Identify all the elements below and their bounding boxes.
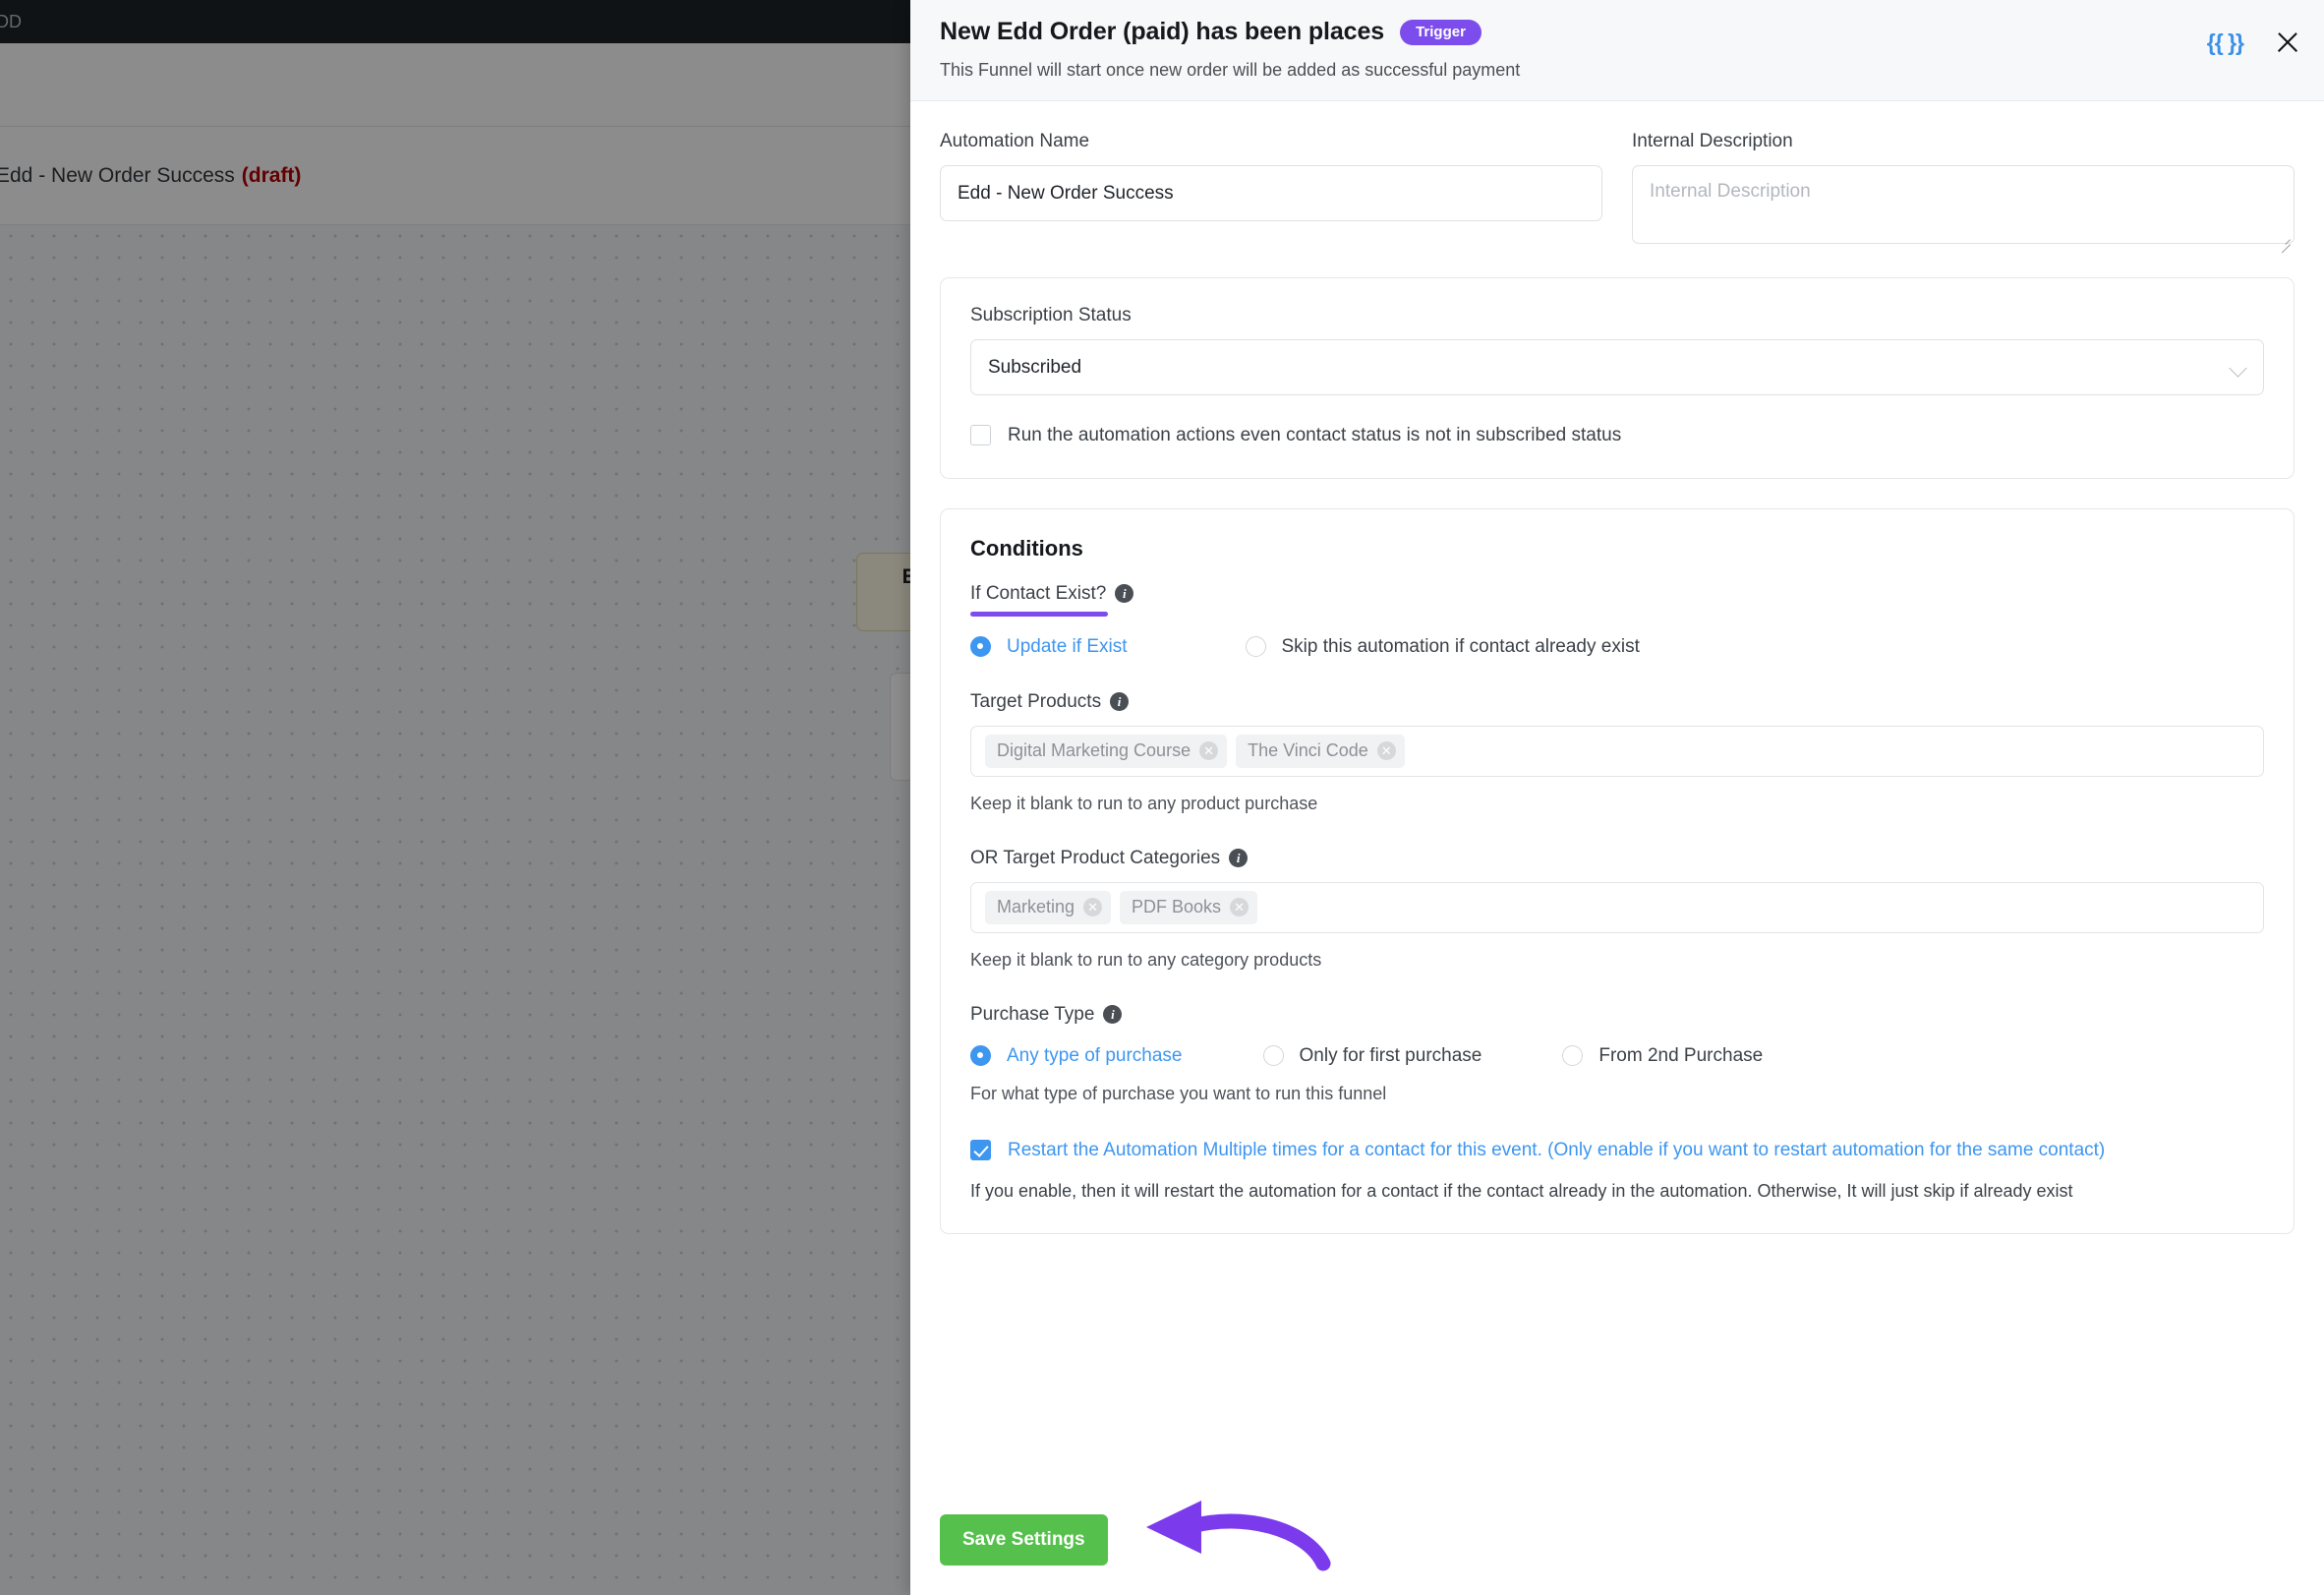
purchase-type-hint: For what type of purchase you want to ru… bbox=[970, 1083, 1387, 1103]
radio-update-if-exist[interactable]: Update if Exist bbox=[970, 636, 1128, 658]
info-icon[interactable]: i bbox=[1229, 849, 1249, 868]
tag-item[interactable]: The Vinci Code ✕ bbox=[1236, 734, 1405, 768]
subscription-status-value: Subscribed bbox=[988, 356, 1082, 378]
subscription-status-select[interactable]: Subscribed bbox=[970, 339, 2264, 395]
contact-exist-label: If Contact Exist? i bbox=[970, 582, 1134, 605]
radio-second-purchase-dot[interactable] bbox=[1562, 1045, 1584, 1067]
tag-remove-icon[interactable]: ✕ bbox=[1083, 897, 1103, 916]
tag-remove-icon[interactable]: ✕ bbox=[1199, 740, 1219, 760]
radio-any-purchase-label: Any type of purchase bbox=[1007, 1044, 1183, 1066]
purchase-type-section: Purchase Type i Any type of purchase Onl… bbox=[970, 1004, 2264, 1104]
target-products-section: Target Products i Digital Marketing Cour… bbox=[970, 691, 2264, 814]
target-categories-section: OR Target Product Categories i Marketing… bbox=[970, 848, 2264, 971]
modal-title: New Edd Order (paid) has been places bbox=[940, 18, 1385, 45]
radio-any-purchase-dot[interactable] bbox=[970, 1045, 991, 1067]
modal-footer: Save Settings bbox=[910, 1491, 2324, 1595]
tag-label: PDF Books bbox=[1132, 896, 1222, 916]
run-even-unsubscribed-label: Run the automation actions even contact … bbox=[1008, 425, 1622, 445]
purchase-type-label: Purchase Type i bbox=[970, 1003, 1123, 1026]
info-icon[interactable]: i bbox=[1103, 1005, 1123, 1025]
tag-label: The Vinci Code bbox=[1248, 739, 1368, 760]
tag-remove-icon[interactable]: ✕ bbox=[1376, 740, 1396, 760]
radio-first-purchase[interactable]: Only for first purchase bbox=[1262, 1044, 1482, 1067]
conditions-heading: Conditions bbox=[970, 535, 1083, 561]
tag-label: Digital Marketing Course bbox=[997, 739, 1191, 760]
shortcode-icon[interactable]: {{ }} bbox=[2207, 30, 2244, 54]
tag-label: Marketing bbox=[997, 896, 1075, 916]
target-categories-input[interactable]: Marketing ✕ PDF Books ✕ bbox=[970, 881, 2264, 933]
radio-update-if-exist-label: Update if Exist bbox=[1007, 635, 1128, 657]
purchase-type-radio-group: Any type of purchase Only for first purc… bbox=[970, 1045, 2264, 1067]
target-products-input[interactable]: Digital Marketing Course ✕ The Vinci Cod… bbox=[970, 725, 2264, 777]
conditions-card: Conditions If Contact Exist? i Update if… bbox=[940, 507, 2295, 1235]
automation-name-field: Automation Name bbox=[940, 131, 1602, 249]
contact-exist-label-text: If Contact Exist? bbox=[970, 582, 1107, 604]
restart-automation-row[interactable]: Restart the Automation Multiple times fo… bbox=[970, 1138, 2264, 1163]
top-fields-row: Automation Name Internal Description bbox=[940, 131, 2295, 249]
radio-second-purchase[interactable]: From 2nd Purchase bbox=[1562, 1045, 1763, 1067]
target-categories-hint: Keep it blank to run to any category pro… bbox=[970, 949, 1322, 970]
internal-description-label: Internal Description bbox=[1632, 131, 1793, 151]
restart-automation-checkbox[interactable] bbox=[970, 1139, 991, 1160]
save-settings-button[interactable]: Save Settings bbox=[940, 1514, 1108, 1565]
radio-any-purchase[interactable]: Any type of purchase bbox=[970, 1045, 1183, 1067]
annotation-arrow-icon bbox=[1146, 1501, 1331, 1571]
run-even-unsubscribed-row[interactable]: Run the automation actions even contact … bbox=[970, 423, 2264, 448]
radio-skip-if-exist[interactable]: Skip this automation if contact already … bbox=[1245, 635, 1640, 658]
info-icon[interactable]: i bbox=[1110, 692, 1130, 712]
automation-name-label: Automation Name bbox=[940, 131, 1090, 151]
internal-description-field: Internal Description bbox=[1632, 131, 2295, 249]
radio-skip-if-exist-label: Skip this automation if contact already … bbox=[1281, 635, 1640, 657]
restart-automation-help: If you enable, then it will restart the … bbox=[970, 1181, 2073, 1202]
modal-header-actions: {{ }} bbox=[2207, 30, 2300, 55]
close-icon[interactable] bbox=[2275, 30, 2300, 55]
contact-exist-radio-group: Update if Exist Skip this automation if … bbox=[970, 636, 2264, 658]
subscription-status-card: Subscription Status Subscribed Run the a… bbox=[940, 277, 2295, 479]
tag-item[interactable]: Marketing ✕ bbox=[985, 890, 1112, 924]
modal-body: Automation Name Internal Description Sub… bbox=[910, 101, 2324, 1491]
automation-name-input[interactable] bbox=[940, 165, 1602, 221]
tag-item[interactable]: PDF Books ✕ bbox=[1120, 890, 1258, 924]
tag-item[interactable]: Digital Marketing Course ✕ bbox=[985, 734, 1228, 768]
info-icon[interactable]: i bbox=[1115, 584, 1134, 604]
restart-automation-label: Restart the Automation Multiple times fo… bbox=[1008, 1139, 2106, 1160]
modal-subtitle: This Funnel will start once new order wi… bbox=[940, 60, 1521, 80]
target-products-hint: Keep it blank to run to any product purc… bbox=[970, 793, 1318, 813]
purchase-type-label-text: Purchase Type bbox=[970, 1003, 1095, 1025]
radio-skip-if-exist-dot[interactable] bbox=[1245, 636, 1266, 658]
contact-exist-underline bbox=[970, 611, 1108, 617]
target-categories-label: OR Target Product Categories i bbox=[970, 847, 1249, 869]
radio-second-purchase-label: From 2nd Purchase bbox=[1598, 1044, 1764, 1066]
radio-update-if-exist-dot[interactable] bbox=[970, 636, 991, 658]
radio-first-purchase-label: Only for first purchase bbox=[1299, 1044, 1482, 1066]
internal-description-input[interactable] bbox=[1632, 165, 2295, 244]
radio-first-purchase-dot[interactable] bbox=[1262, 1045, 1284, 1067]
run-even-unsubscribed-checkbox[interactable] bbox=[970, 425, 991, 445]
target-products-label-text: Target Products bbox=[970, 690, 1102, 712]
target-categories-label-text: OR Target Product Categories bbox=[970, 847, 1221, 868]
trigger-settings-modal: New Edd Order (paid) has been places Tri… bbox=[910, 0, 2324, 1595]
modal-header: New Edd Order (paid) has been places Tri… bbox=[910, 0, 2324, 101]
tag-remove-icon[interactable]: ✕ bbox=[1230, 897, 1249, 916]
subscription-status-label: Subscription Status bbox=[970, 305, 1132, 325]
trigger-badge: Trigger bbox=[1400, 19, 1482, 45]
target-products-label: Target Products i bbox=[970, 690, 1130, 713]
modal-backdrop[interactable] bbox=[0, 0, 910, 1595]
